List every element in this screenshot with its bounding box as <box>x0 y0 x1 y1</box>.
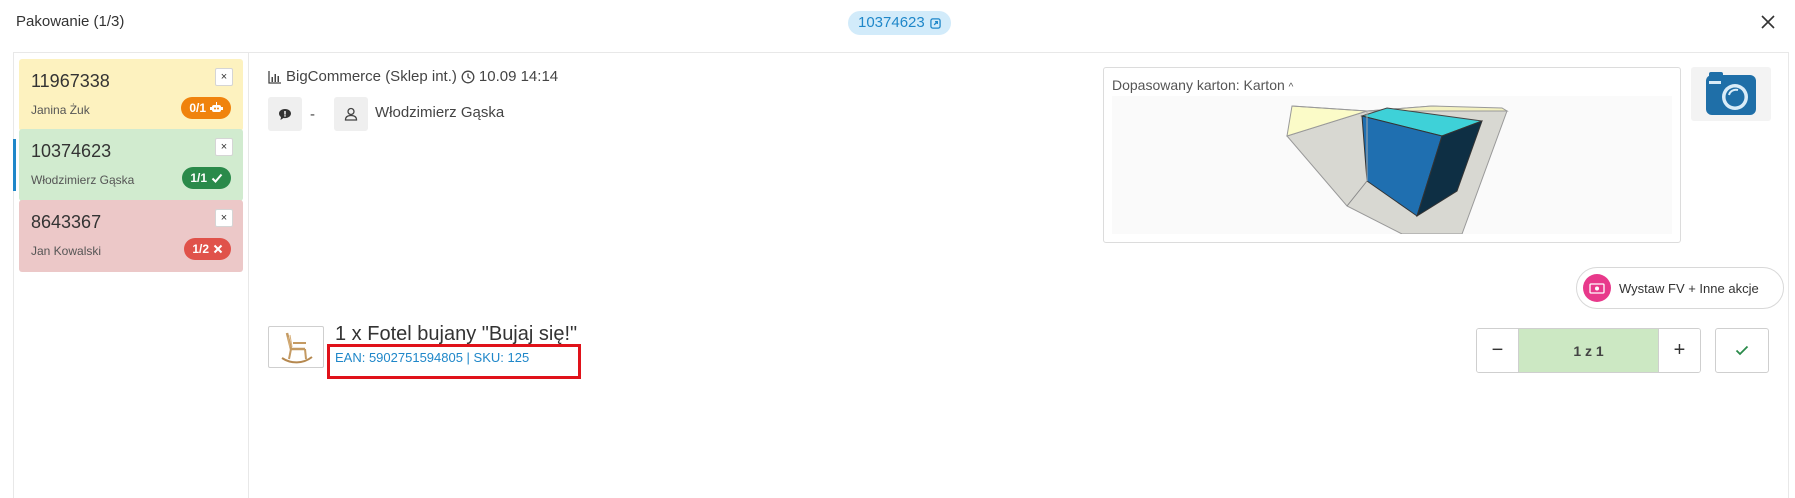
order-card-3[interactable]: 8643367 Jan Kowalski × 1/2 <box>19 200 243 272</box>
order-customer: Jan Kowalski <box>31 244 102 258</box>
order-card-1[interactable]: 11967338 Janina Żuk × 0/1 <box>19 59 243 131</box>
order-card-2[interactable]: 10374623 Włodzimierz Gąska × 1/1 <box>13 129 243 201</box>
status-badge: 1/2 <box>184 238 231 260</box>
order-source: BigCommerce (Sklep int.) <box>286 68 457 85</box>
order-meta: BigCommerce (Sklep int.) 10.09 14:14 <box>268 68 558 85</box>
x-icon <box>213 244 223 254</box>
confirm-item-button[interactable] <box>1715 328 1769 373</box>
comment-button[interactable] <box>268 97 302 131</box>
assignee-name: Włodzimierz Gąska <box>375 104 505 121</box>
external-link-icon <box>930 17 941 29</box>
carton-title[interactable]: Dopasowany karton: Karton ^ <box>1112 77 1293 93</box>
product-thumbnail[interactable] <box>268 326 324 368</box>
remove-order-button[interactable]: × <box>215 138 233 156</box>
cash-icon <box>1583 274 1611 302</box>
increase-quantity-button[interactable]: + <box>1658 329 1700 372</box>
close-icon[interactable] <box>1760 14 1776 30</box>
modal-header: Pakowanie (1/3) 10374623 <box>0 0 1795 46</box>
invoice-actions-label: Wystaw FV + Inne akcje <box>1619 280 1759 296</box>
order-number: 11967338 <box>31 71 110 91</box>
product-name: 1 x Fotel bujany "Bujaj się!" <box>335 323 578 345</box>
status-badge: 1/1 <box>182 167 231 189</box>
order-link-badge[interactable]: 10374623 <box>848 11 951 35</box>
comment-icon <box>279 108 291 120</box>
status-count: 0/1 <box>189 101 206 115</box>
order-list: 11967338 Janina Żuk × 0/1 10374623 Włodz… <box>13 52 249 498</box>
chart-icon <box>268 70 281 84</box>
order-link-number: 10374623 <box>858 14 925 31</box>
robot-icon <box>210 102 223 112</box>
order-customer: Janina Żuk <box>31 103 90 117</box>
quantity-value: 1 z 1 <box>1519 329 1658 372</box>
carton-panel: Dopasowany karton: Karton ^ <box>1103 67 1681 243</box>
status-badge: 0/1 <box>181 97 231 119</box>
active-indicator <box>13 139 16 191</box>
camera-button[interactable] <box>1691 67 1771 121</box>
order-number: 8643367 <box>31 212 102 232</box>
order-datetime: 10.09 14:14 <box>478 68 559 85</box>
status-count: 1/1 <box>190 171 207 185</box>
remove-order-button[interactable]: × <box>215 68 233 86</box>
assignee-button[interactable] <box>334 97 368 131</box>
invoice-actions-button[interactable]: Wystaw FV + Inne akcje <box>1576 267 1784 309</box>
clock-icon <box>461 70 475 83</box>
carton-label: Dopasowany karton: Karton <box>1112 77 1285 93</box>
remove-order-button[interactable]: × <box>215 209 233 227</box>
check-icon <box>1735 345 1749 356</box>
highlight-box <box>327 344 581 379</box>
order-customer: Włodzimierz Gąska <box>31 173 135 187</box>
camera-icon <box>1706 72 1756 115</box>
decrease-quantity-button[interactable]: − <box>1477 329 1519 372</box>
user-icon <box>344 107 358 121</box>
order-number: 10374623 <box>31 141 112 161</box>
check-icon <box>211 173 223 183</box>
quantity-stepper: − 1 z 1 + <box>1476 328 1701 373</box>
comment-value: - <box>310 106 315 123</box>
rocking-chair-image <box>281 332 313 364</box>
carton-3d-view[interactable] <box>1112 96 1672 234</box>
modal-title: Pakowanie (1/3) <box>16 13 125 30</box>
carton-3d-image <box>1286 105 1509 234</box>
status-count: 1/2 <box>192 242 209 256</box>
chevron-up-icon: ^ <box>1288 82 1294 93</box>
